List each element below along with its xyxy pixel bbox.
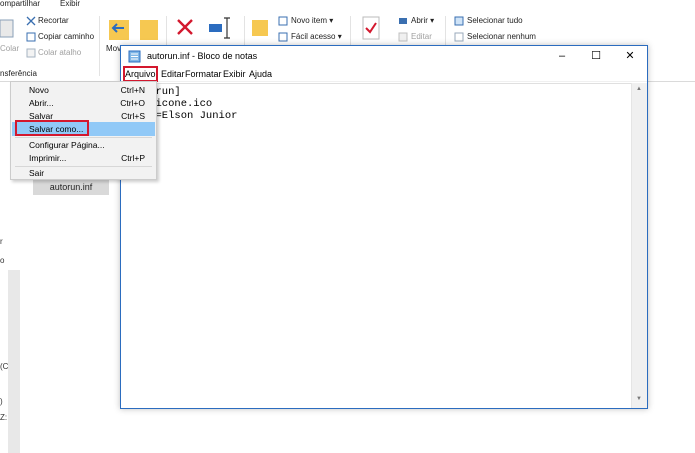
new-folder-icon bbox=[252, 20, 268, 36]
scroll-up-icon[interactable]: ▲ bbox=[636, 86, 642, 92]
menu-item-label: Configurar Página... bbox=[29, 140, 105, 150]
move-to-folder-icon bbox=[109, 20, 129, 40]
chevron-down-icon: ▾ bbox=[329, 16, 334, 25]
menu-editar[interactable]: Editar bbox=[161, 69, 185, 79]
easy-access-label: Fácil acesso bbox=[291, 32, 336, 41]
menu-item-shortcut: Ctrl+O bbox=[120, 98, 145, 108]
copy-to-folder-icon bbox=[140, 20, 158, 40]
select-none-button[interactable]: Selecionar nenhum bbox=[467, 32, 536, 41]
scissors-icon bbox=[26, 16, 36, 26]
select-all-icon bbox=[454, 16, 464, 26]
properties-checkmark-icon[interactable] bbox=[362, 16, 380, 40]
menu-item-configurar-pagina[interactable]: Configurar Página... bbox=[12, 138, 155, 152]
nav-fragment[interactable]: r bbox=[0, 237, 3, 246]
open-icon bbox=[399, 18, 407, 24]
clipboard-group-label: nsferência bbox=[0, 69, 37, 78]
salvar-como-highlight-box bbox=[15, 120, 89, 136]
menu-item-label: Sair bbox=[29, 168, 45, 178]
menu-item-shortcut: Ctrl+N bbox=[120, 85, 145, 95]
notepad-menu-bar: Arquivo Editar Formatar Exibir Ajuda bbox=[121, 66, 647, 82]
menu-item-label: Imprimir... bbox=[29, 153, 67, 163]
delete-x-icon[interactable] bbox=[176, 18, 194, 36]
maximize-button[interactable]: ☐ bbox=[579, 46, 613, 66]
menu-item-novo[interactable]: Novo Ctrl+N bbox=[12, 83, 155, 97]
vertical-scrollbar[interactable]: ▲ ▼ bbox=[631, 83, 647, 408]
easy-access-button[interactable]: Fácil acesso ▾ bbox=[291, 32, 342, 41]
nav-fragment[interactable]: (C bbox=[0, 362, 8, 371]
chevron-down-icon: ▾ bbox=[430, 16, 435, 25]
nav-fragment[interactable]: Z: bbox=[0, 413, 7, 422]
menu-item-shortcut: Ctrl+S bbox=[121, 111, 145, 121]
nav-fragment[interactable]: ) bbox=[0, 397, 3, 406]
paste-shortcut-button[interactable]: Colar atalho bbox=[38, 48, 81, 57]
paste-button[interactable]: Colar bbox=[0, 44, 19, 53]
close-button[interactable]: ✕ bbox=[613, 46, 647, 66]
menu-item-label: Novo bbox=[29, 85, 49, 95]
menu-item-abrir[interactable]: Abrir... Ctrl+O bbox=[12, 96, 155, 110]
menu-item-shortcut: Ctrl+P bbox=[121, 153, 145, 163]
new-item-icon bbox=[278, 16, 288, 26]
cut-button[interactable]: Recortar bbox=[38, 16, 69, 25]
ribbon-separator bbox=[99, 16, 100, 76]
arquivo-highlight-box bbox=[123, 66, 158, 82]
edit-button[interactable]: Editar bbox=[411, 32, 432, 41]
menu-formatar[interactable]: Formatar bbox=[185, 69, 222, 79]
menu-item-sair[interactable]: Sair bbox=[12, 166, 155, 180]
menu-ajuda[interactable]: Ajuda bbox=[249, 69, 272, 79]
open-button[interactable]: Abrir ▾ bbox=[411, 16, 434, 25]
explorer-ribbon-tabs: ompartilhar Exibir bbox=[0, 0, 695, 12]
paste-shortcut-icon bbox=[26, 48, 36, 58]
chevron-down-icon: ▾ bbox=[337, 32, 342, 41]
open-label: Abrir bbox=[411, 16, 428, 25]
select-all-button[interactable]: Selecionar tudo bbox=[467, 16, 523, 25]
new-item-button[interactable]: Novo item ▾ bbox=[291, 16, 333, 25]
minimize-button[interactable]: – bbox=[545, 46, 579, 66]
easy-access-icon bbox=[278, 32, 288, 42]
copy-path-button[interactable]: Copiar caminho bbox=[38, 32, 94, 41]
window-title: autorun.inf - Bloco de notas bbox=[147, 51, 258, 61]
notepad-window: autorun.inf - Bloco de notas – ☐ ✕ Arqui… bbox=[120, 45, 648, 409]
notepad-app-icon bbox=[128, 50, 141, 63]
new-item-label: Novo item bbox=[291, 16, 328, 25]
clipboard-icon bbox=[0, 19, 14, 38]
tab-exibir[interactable]: Exibir bbox=[60, 0, 80, 8]
rename-icon[interactable] bbox=[208, 16, 232, 40]
menu-exibir[interactable]: Exibir bbox=[223, 69, 246, 79]
select-none-icon bbox=[454, 32, 464, 42]
menu-item-imprimir[interactable]: Imprimir... Ctrl+P bbox=[12, 151, 155, 165]
edit-icon bbox=[398, 32, 408, 42]
copy-path-icon bbox=[26, 32, 36, 42]
notepad-title-bar[interactable]: autorun.inf - Bloco de notas – ☐ ✕ bbox=[121, 46, 647, 66]
file-item-autorun[interactable]: autorun.inf bbox=[33, 180, 109, 195]
tab-compartilhar[interactable]: ompartilhar bbox=[0, 0, 40, 8]
notepad-text-area[interactable]: [autorun] icon=icone.ico label=Elson Jun… bbox=[121, 83, 631, 408]
nav-fragment[interactable]: o bbox=[0, 256, 4, 265]
menu-item-label: Abrir... bbox=[29, 98, 54, 108]
scroll-down-icon[interactable]: ▼ bbox=[636, 396, 642, 402]
navigation-pane-scrollbar[interactable] bbox=[8, 270, 20, 453]
